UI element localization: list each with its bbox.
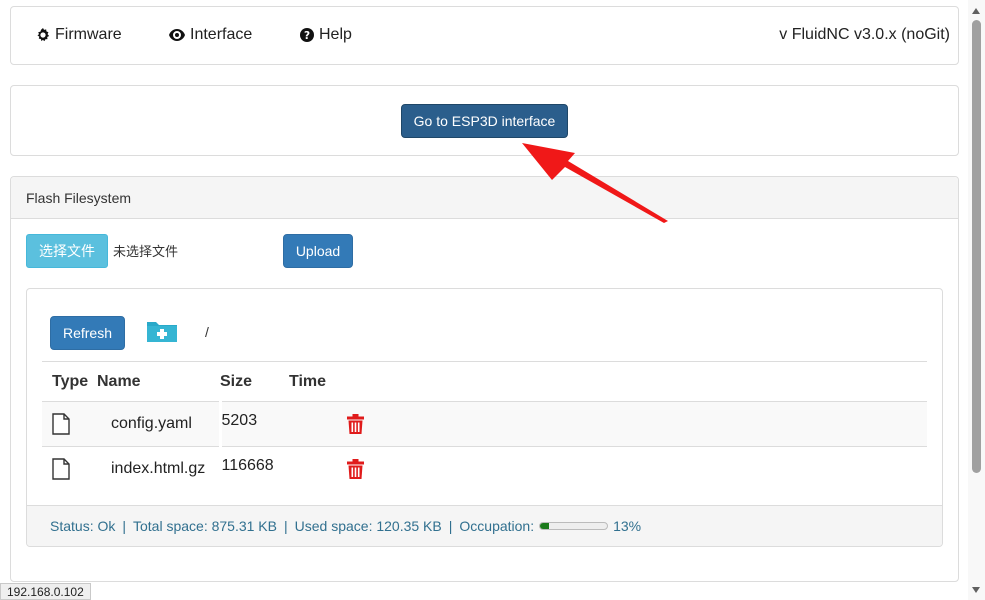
file-icon <box>52 413 70 435</box>
file-time-cell <box>289 401 927 447</box>
scroll-up-arrow-icon[interactable] <box>972 8 980 14</box>
go-to-esp3d-button[interactable]: Go to ESP3D interface <box>401 104 568 138</box>
nav-firmware[interactable]: Firmware <box>36 26 122 44</box>
folder-plus-icon <box>147 322 177 342</box>
column-header-name: Name <box>97 361 220 402</box>
trash-icon[interactable] <box>347 414 364 434</box>
filesystem-status-bar: Status: Ok | Total space: 875.31 KB | Us… <box>27 505 942 546</box>
file-size: 116668 <box>220 446 289 492</box>
esp3d-panel: Go to ESP3D interface <box>10 85 959 156</box>
table-row: index.html.gz 116668 <box>42 446 927 492</box>
table-header-row: Type Name Size Time <box>42 361 927 402</box>
used-space: Used space: 120.35 KB <box>294 518 442 534</box>
nav-help[interactable]: ? Help <box>300 26 352 44</box>
svg-text:?: ? <box>304 30 310 42</box>
vertical-scrollbar[interactable] <box>968 0 985 600</box>
file-browser: Refresh / Type Name Size Time config.yam… <box>26 288 943 547</box>
eye-icon <box>169 29 185 41</box>
file-type-cell <box>42 401 97 447</box>
separator: | <box>122 518 126 534</box>
file-size: 5203 <box>220 401 289 447</box>
nav-firmware-label: Firmware <box>55 26 122 43</box>
scroll-down-arrow-icon[interactable] <box>972 587 980 593</box>
question-circle-icon: ? <box>300 28 314 42</box>
flash-panel-title: Flash Filesystem <box>26 190 132 206</box>
total-space: Total space: 875.31 KB <box>133 518 277 534</box>
flash-filesystem-panel: Flash Filesystem 选择文件 未选择文件 Upload Refre… <box>10 176 959 582</box>
choose-file-button[interactable]: 选择文件 <box>26 234 108 268</box>
nav-interface-label: Interface <box>190 26 253 43</box>
column-header-type: Type <box>42 361 97 402</box>
occupation-progress-bar <box>539 522 609 530</box>
file-type-cell <box>42 446 97 492</box>
new-folder-button[interactable] <box>146 318 178 344</box>
scrollbar-thumb[interactable] <box>972 20 981 473</box>
flash-panel-header: Flash Filesystem <box>11 177 958 219</box>
version-text: v FluidNC v3.0.x (noGit) <box>779 26 950 43</box>
upload-button[interactable]: Upload <box>283 234 353 268</box>
no-file-selected-text: 未选择文件 <box>113 244 179 259</box>
nav-help-label: Help <box>319 26 352 43</box>
file-icon <box>52 458 70 480</box>
file-time-cell <box>289 446 927 492</box>
separator: | <box>448 518 453 534</box>
trash-icon[interactable] <box>347 459 364 480</box>
occupation-label: Occupation: <box>459 518 535 534</box>
gear-icon <box>37 28 50 42</box>
occupation-percent: 13% <box>613 518 642 534</box>
file-name[interactable]: config.yaml <box>97 401 222 447</box>
top-navbar: Firmware Interface ? Help v FluidNC v3.0… <box>10 6 959 65</box>
table-row: config.yaml 5203 <box>42 401 927 447</box>
column-header-size: Size <box>220 361 289 402</box>
current-path: / <box>205 324 209 340</box>
url-status-tooltip: 192.168.0.102 <box>0 583 91 600</box>
separator: | <box>284 518 288 534</box>
status-text: Status: Ok <box>50 518 116 534</box>
file-name[interactable]: index.html.gz <box>97 446 222 492</box>
file-table: Type Name Size Time config.yaml 5203 ind… <box>42 361 927 492</box>
column-header-time: Time <box>289 361 927 402</box>
refresh-button[interactable]: Refresh <box>50 316 125 350</box>
nav-interface[interactable]: Interface <box>169 26 252 44</box>
occupation-progress-fill <box>540 523 549 529</box>
